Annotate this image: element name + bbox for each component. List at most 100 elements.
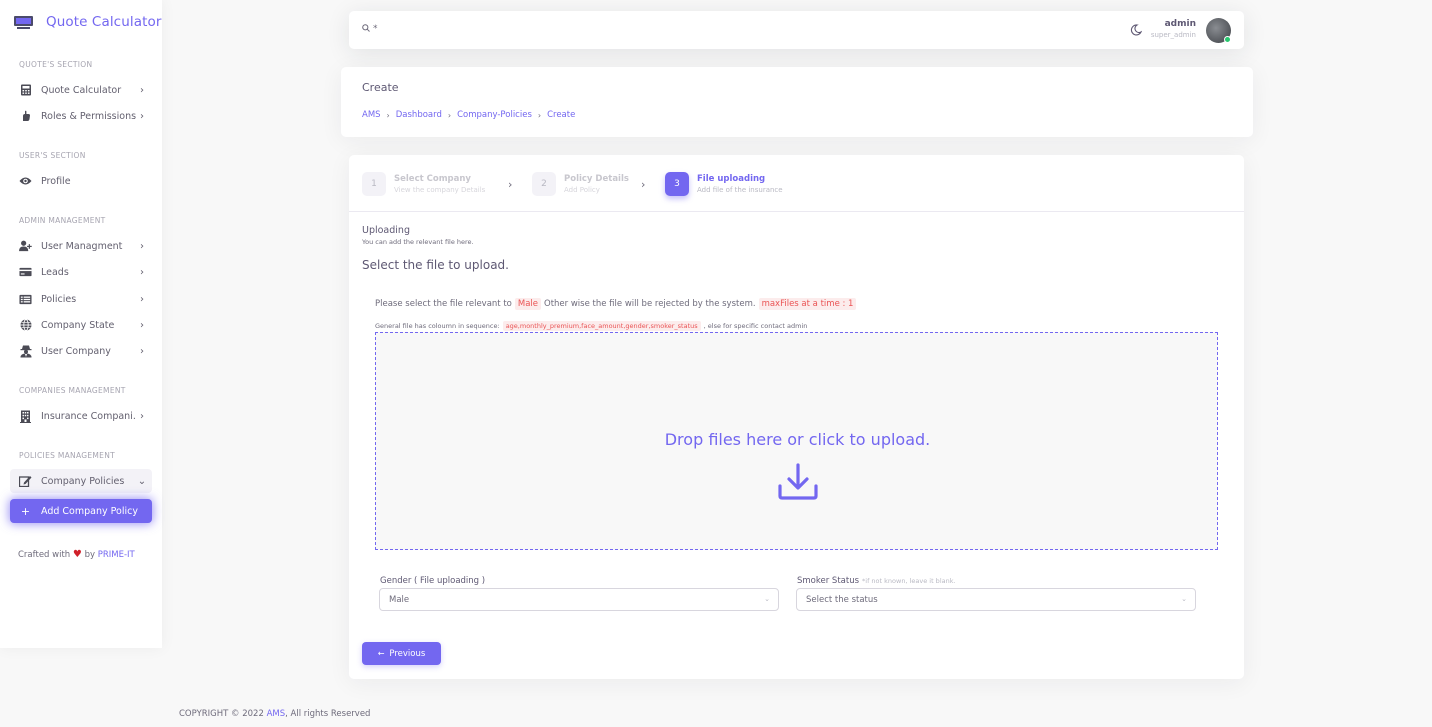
building-icon [19,410,32,423]
max-files-tag: maxFiles at a time : 1 [758,298,857,310]
step-subtitle: Add file of the insurance [697,186,783,194]
step-number: 3 [665,172,689,196]
sidebar-item-company-state[interactable]: Company State › [10,313,152,337]
gender-select[interactable]: Male ⌄ [379,588,779,611]
edit-icon [19,475,32,488]
chevron-right-icon: › [386,110,390,120]
sidebar: Quote Calculator QUOTE'S SECTION Quote C… [0,0,162,648]
step-select-company[interactable]: 1 Select Company View the company Detail… [362,172,485,196]
moon-icon[interactable] [1130,24,1143,39]
footer: COPYRIGHT © 2022 AMS, All rights Reserve… [179,709,371,719]
search-input[interactable]: * [373,24,378,34]
step-file-uploading[interactable]: 3 File uploading Add file of the insuran… [665,172,783,196]
step-policy-details[interactable]: 2 Policy Details Add Policy [532,172,629,196]
sidebar-item-quote-calculator[interactable]: Quote Calculator › [10,78,152,102]
dropzone-message: Drop files here or click to upload. [664,430,931,449]
select-file-title: Select the file to upload. [362,258,509,272]
chevron-right-icon: › [641,178,646,191]
footer-ams-link[interactable]: AMS [267,709,286,719]
top-navbar: * admin super_admin [349,11,1244,49]
section-header-policies: POLICIES MANAGEMENT [19,451,116,460]
brand[interactable]: Quote Calculator [0,0,162,44]
breadcrumb-card: Create AMS › Dashboard › Company-Policie… [341,67,1253,137]
heart-icon: ♥ [72,549,82,560]
previous-button[interactable]: ← Previous [362,642,441,665]
chevron-down-icon: ⌄ [1181,595,1187,603]
section-header-quotes: QUOTE'S SECTION [19,60,93,69]
wizard-card: 1 Select Company View the company Detail… [349,155,1244,679]
step-number: 1 [362,172,386,196]
hand-icon [19,110,32,123]
smoker-status-label: Smoker Status *if not known, leave it bla… [797,576,956,586]
chevron-right-icon: › [537,110,542,120]
search-icon [362,24,370,34]
stepper: 1 Select Company View the company Detail… [349,155,1244,212]
chevron-right-icon: › [140,266,144,278]
calculator-icon [19,84,32,97]
section-header-users: USER'S SECTION [19,151,86,160]
breadcrumb: AMS › Dashboard › Company-Policies › Cre… [362,110,575,120]
breadcrumb-dashboard[interactable]: Dashboard [396,110,442,120]
list-icon [19,293,32,306]
page-title: Create [362,81,399,94]
user-info[interactable]: admin super_admin [1151,19,1196,39]
chevron-right-icon: › [140,410,144,422]
smoker-status-hint: *if not known, leave it blank. [862,577,956,585]
breadcrumb-company-policies[interactable]: Company-Policies [457,110,532,120]
sidebar-item-add-company-policy[interactable]: + Add Company Policy [10,499,152,523]
step-subtitle: Add Policy [564,186,600,194]
brand-name: Quote Calculator [46,14,162,30]
download-icon [778,463,818,500]
chevron-down-icon: ⌄ [137,475,147,487]
user-role: super_admin [1150,31,1196,39]
chevron-down-icon: ⌄ [764,595,770,603]
relevance-note: Please select the file relevant to Male … [375,298,859,310]
step-title: Policy Details [564,174,629,184]
gender-label: Gender ( File uploading ) [380,576,486,586]
sidebar-item-insurance-companies[interactable]: Insurance Compani... › [10,404,152,428]
arrow-left-icon: ← [377,649,385,658]
chevron-right-icon: › [140,84,144,96]
columns-tag: age,monthly_premium,face_amount,gender,s… [502,321,701,331]
smoker-status-select[interactable]: Select the status ⌄ [796,588,1196,611]
breadcrumb-create: Create [547,110,576,120]
sidebar-item-user-company[interactable]: User Company › [10,339,152,363]
sidebar-item-company-policies[interactable]: Company Policies ⌄ [10,469,152,493]
sidebar-item-policies[interactable]: Policies › [10,287,152,311]
chevron-right-icon: › [140,319,144,331]
eye-icon [19,175,32,188]
monitor-icon [14,15,33,29]
section-header-companies: COMPANIES MANAGEMENT [19,386,126,395]
upload-heading: Uploading You can add the relevant file … [362,225,474,246]
section-header-admin: ADMIN MANAGEMENT [19,216,106,225]
user-plus-icon [19,240,32,253]
globe-icon [19,319,32,332]
sidebar-item-roles-permissions[interactable]: Roles & Permissions › [10,104,152,128]
plus-icon: + [20,504,31,518]
crafted-note: Crafted with ♥ by PRIME-IT [18,549,135,560]
sidebar-item-user-managment[interactable]: User Managment › [10,234,152,258]
step-title: Select Company [394,174,471,184]
chevron-right-icon: › [140,293,144,305]
user-secret-icon [19,345,32,358]
prime-it-link[interactable]: PRIME-IT [98,550,135,560]
chevron-right-icon: › [508,178,513,191]
user-name: admin [1164,19,1196,29]
sidebar-item-profile[interactable]: Profile [10,169,152,193]
breadcrumb-ams[interactable]: AMS [362,110,381,120]
gender-tag: Male [514,298,542,310]
online-status-dot [1224,36,1231,43]
step-subtitle: View the company Details [394,186,486,194]
chevron-right-icon: › [140,345,144,357]
column-sequence-note: General file has coloumn in sequence: ag… [375,321,808,331]
chevron-right-icon: › [140,240,144,252]
chevron-right-icon: › [140,110,144,122]
step-title: File uploading [697,174,766,184]
file-dropzone[interactable]: Drop files here or click to upload. [375,332,1218,550]
chevron-right-icon: › [447,110,452,120]
avatar[interactable] [1206,18,1231,43]
step-number: 2 [532,172,556,196]
credit-card-icon [19,266,32,279]
search-bar[interactable]: * [362,24,378,34]
sidebar-item-leads[interactable]: Leads › [10,260,152,284]
